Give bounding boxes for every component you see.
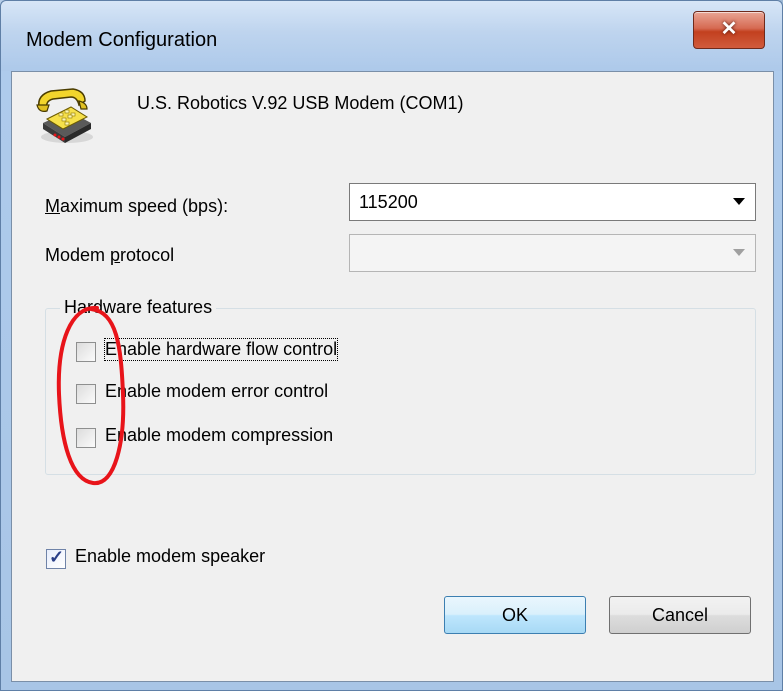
modem-protocol-select bbox=[349, 234, 756, 272]
maximum-speed-value: 115200 bbox=[359, 192, 418, 212]
hardware-flow-control-checkbox[interactable] bbox=[76, 342, 96, 362]
modem-compression-checkbox[interactable] bbox=[76, 428, 96, 448]
title-bar[interactable]: Modem Configuration ✕ bbox=[1, 1, 782, 71]
cancel-button[interactable]: Cancel bbox=[609, 596, 751, 634]
maximum-speed-select[interactable]: 115200 bbox=[349, 183, 756, 221]
hardware-features-title: Hardware features bbox=[60, 297, 217, 318]
close-icon: ✕ bbox=[720, 18, 738, 40]
close-button[interactable]: ✕ bbox=[693, 11, 765, 49]
modem-compression-label: Enable modem compression bbox=[105, 425, 334, 445]
modem-error-control-label: Enable modem error control bbox=[105, 381, 329, 401]
chevron-down-icon bbox=[733, 249, 745, 256]
checkmark-icon: ✓ bbox=[49, 547, 65, 567]
modem-speaker-label: Enable modem speaker bbox=[75, 546, 266, 566]
modem-protocol-label: Modem protocol bbox=[45, 245, 175, 265]
modem-speaker-checkbox[interactable]: ✓ bbox=[46, 547, 66, 569]
ok-button[interactable]: OK bbox=[444, 596, 586, 634]
modem-error-control-checkbox[interactable] bbox=[76, 384, 96, 404]
modem-name: U.S. Robotics V.92 USB Modem (COM1) bbox=[137, 93, 464, 113]
dialog-title: Modem Configuration bbox=[26, 29, 218, 51]
telephone-icon bbox=[36, 88, 93, 143]
hardware-flow-control-label: Enable hardware flow control bbox=[103, 338, 339, 361]
maximum-speed-label: Maximum speed (bps): bbox=[45, 196, 229, 216]
chevron-down-icon bbox=[733, 198, 745, 205]
